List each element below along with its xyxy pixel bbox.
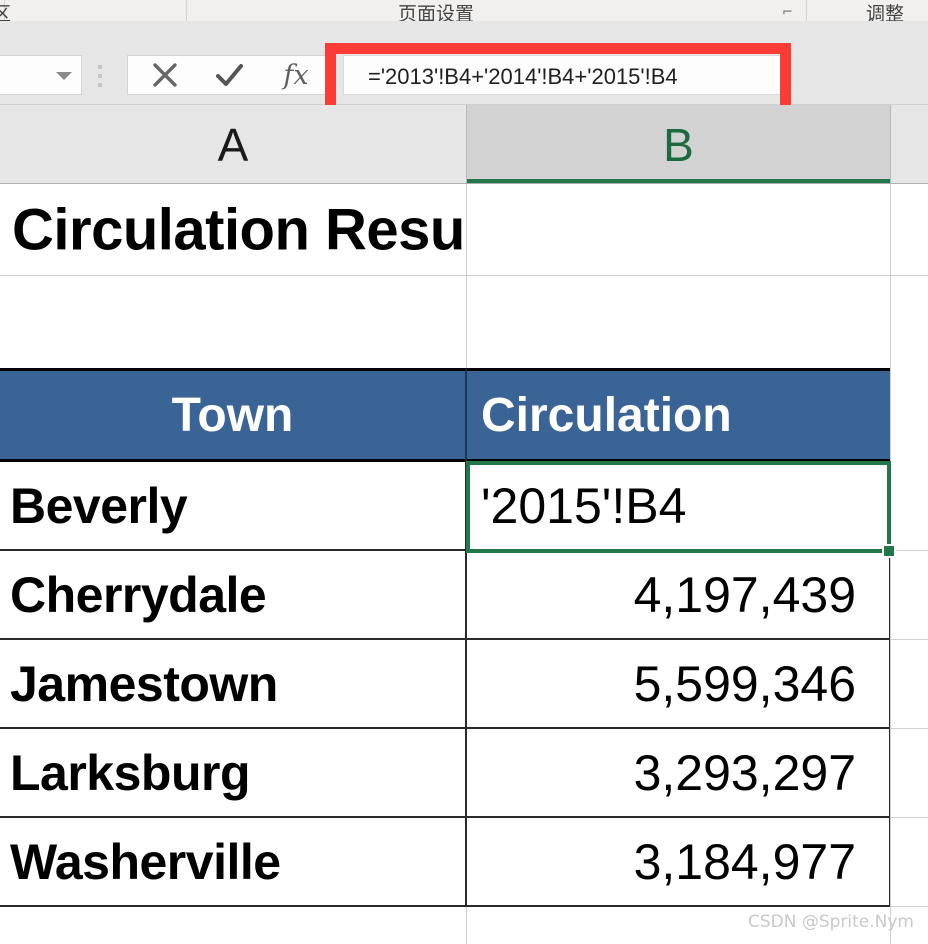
circulation-value: 3,293,297 [633, 744, 856, 801]
ribbon-divider [806, 0, 807, 21]
town-name: Beverly [10, 477, 188, 534]
table-header-circulation-label: Circulation [481, 388, 732, 442]
circulation-value: 5,599,346 [633, 655, 856, 712]
grid-vline [466, 184, 467, 276]
formula-bar-grip [98, 65, 102, 87]
cell-c5[interactable] [891, 551, 928, 640]
table-row: Cherrydale 4,197,439 [0, 551, 928, 640]
grid-vline [890, 276, 891, 368]
cell-a7[interactable]: Larksburg [0, 729, 467, 818]
cell-b4[interactable]: '2015'!B4 [467, 462, 891, 551]
ribbon-group-label-page-setup: 页面设置 [398, 3, 475, 22]
cell-a8[interactable]: Washerville [0, 818, 467, 907]
worksheet-row-title: Circulation Results for the Pa [0, 184, 928, 276]
ribbon-divider [186, 0, 187, 21]
cell-c4[interactable] [891, 462, 928, 551]
table-header-town[interactable]: Town [0, 368, 467, 462]
formula-input[interactable]: ='2013'!B4+'2014'!B4+'2015'!B4 [343, 55, 783, 95]
circulation-value: 3,184,977 [633, 833, 856, 890]
grid-vline [890, 640, 891, 729]
insert-function-icon[interactable]: fx [262, 56, 330, 94]
formula-action-group: fx [127, 55, 335, 95]
table-row: Washerville 3,184,977 [0, 818, 928, 907]
cell-b2[interactable] [467, 276, 891, 368]
cell-b7[interactable]: 3,293,297 [467, 729, 891, 818]
cell-a6[interactable]: Jamestown [0, 640, 467, 729]
grid-vline [890, 462, 891, 551]
cell-c6[interactable] [891, 640, 928, 729]
town-name: Cherrydale [10, 566, 267, 623]
table-row: Beverly '2015'!B4 [0, 462, 928, 551]
cell-c3[interactable] [891, 368, 928, 462]
sheet-title: Circulation Results for the Pa [12, 197, 467, 263]
chevron-down-icon[interactable] [56, 72, 72, 80]
cell-c2[interactable] [891, 276, 928, 368]
cell-a1[interactable]: Circulation Results for the Pa [0, 184, 467, 276]
formula-bar: fx ='2013'!B4+'2014'!B4+'2015'!B4 [0, 21, 928, 122]
grid-vline [890, 551, 891, 640]
cell-a2[interactable] [0, 276, 467, 368]
name-box[interactable] [0, 55, 82, 95]
circulation-value: 4,197,439 [633, 566, 856, 623]
ribbon-group-label-left: 区 [0, 4, 11, 21]
cancel-formula-button[interactable] [134, 56, 196, 94]
circulation-value: '2015'!B4 [481, 477, 687, 534]
column-header-bar: A B [0, 105, 928, 184]
town-name: Washerville [10, 833, 281, 890]
ribbon-group-label-adjust: 调整 [866, 3, 905, 22]
cell-b8[interactable]: 3,184,977 [467, 818, 891, 907]
worksheet-row-blank [0, 276, 928, 368]
column-header-b-label: B [663, 118, 694, 171]
table-header-town-label: Town [171, 388, 294, 442]
grid-vline [466, 276, 467, 368]
excel-window: 区 页面设置 ⌐ 调整 fx [0, 0, 928, 944]
cell-c8[interactable] [891, 818, 928, 907]
table-header-circulation[interactable]: Circulation [467, 368, 891, 462]
cell-a4[interactable]: Beverly [0, 462, 467, 551]
confirm-formula-button[interactable] [198, 56, 260, 94]
grid-vline [890, 818, 891, 907]
table-row: Larksburg 3,293,297 [0, 729, 928, 818]
fx-glyph: fx [283, 59, 309, 91]
grid-vline [466, 907, 467, 944]
table-row: Jamestown 5,599,346 [0, 640, 928, 729]
ribbon-strip: 区 页面设置 ⌐ 调整 [0, 0, 928, 22]
table-header-row: Town Circulation [0, 368, 928, 462]
cell-c7[interactable] [891, 729, 928, 818]
column-header-c[interactable] [891, 105, 928, 184]
fill-handle[interactable] [882, 544, 896, 558]
town-name: Larksburg [10, 744, 251, 801]
cell-b5[interactable]: 4,197,439 [467, 551, 891, 640]
column-header-a[interactable]: A [0, 105, 467, 184]
dialog-launcher-icon[interactable]: ⌐ [782, 5, 793, 20]
cell-a9[interactable] [0, 907, 467, 944]
watermark: CSDN @Sprite.Nym [747, 912, 914, 932]
grid-vline [890, 368, 891, 462]
column-header-a-label: A [217, 118, 249, 171]
cell-b6[interactable]: 5,599,346 [467, 640, 891, 729]
worksheet-grid: Circulation Results for the Pa Town Circ… [0, 184, 928, 944]
cell-a5[interactable]: Cherrydale [0, 551, 467, 640]
town-name: Jamestown [10, 655, 278, 712]
grid-vline [890, 729, 891, 818]
column-header-b[interactable]: B [467, 105, 891, 184]
formula-text: ='2013'!B4+'2014'!B4+'2015'!B4 [368, 64, 678, 89]
grid-vline [890, 184, 891, 276]
